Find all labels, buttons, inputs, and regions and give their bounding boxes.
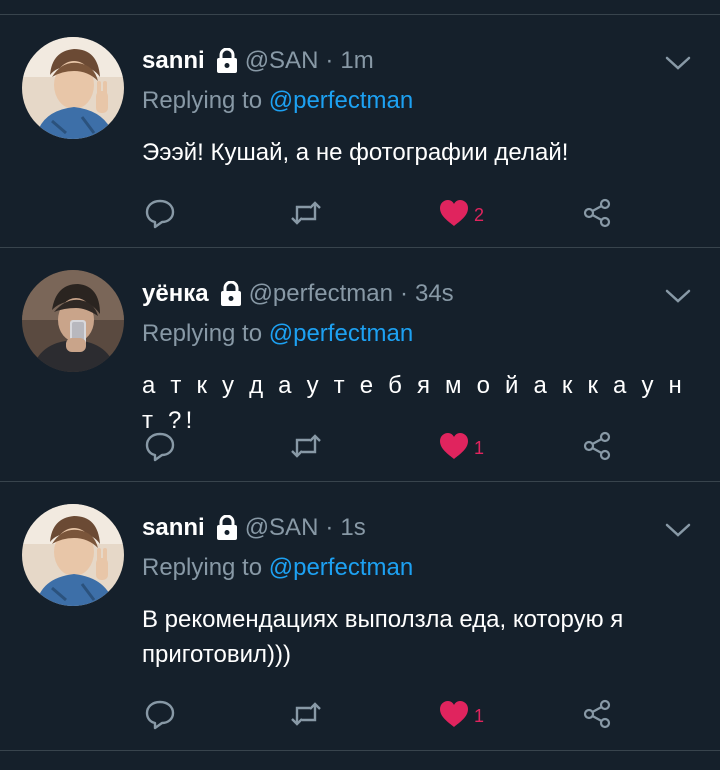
- tweet-text: Эээй! Кушай, а не фотографии делай!: [142, 139, 569, 166]
- reply-button[interactable]: [142, 195, 178, 235]
- heart-icon: [438, 699, 470, 734]
- user-handle[interactable]: @perfectman: [249, 280, 393, 308]
- chevron-down-icon[interactable]: [664, 286, 692, 306]
- divider: [0, 750, 720, 751]
- tweet-feed: sanni @SAN · 1m Replying to @perfectman …: [0, 0, 720, 770]
- user-handle[interactable]: @SAN: [245, 514, 319, 542]
- reply-icon: [142, 195, 178, 236]
- action-bar: 1: [142, 428, 622, 468]
- avatar[interactable]: [22, 504, 124, 606]
- like-count: 1: [474, 705, 485, 726]
- retweet-icon: [288, 428, 324, 469]
- retweet-button[interactable]: [288, 428, 324, 468]
- reply-icon: [142, 428, 178, 469]
- reply-button[interactable]: [142, 428, 178, 468]
- avatar[interactable]: [22, 37, 124, 139]
- avatar[interactable]: [22, 270, 124, 372]
- share-icon: [580, 697, 614, 736]
- tweet-text: В рекомендациях выползла еда, которую я …: [142, 606, 624, 668]
- retweet-button[interactable]: [288, 696, 324, 736]
- heart-icon: [438, 198, 470, 233]
- lock-icon: [215, 515, 239, 541]
- retweet-button[interactable]: [288, 195, 324, 235]
- reply-mention-link[interactable]: @perfectman: [269, 554, 413, 581]
- replying-to: Replying to @perfectman: [142, 320, 413, 348]
- like-button[interactable]: 2: [438, 195, 484, 235]
- replying-to-label: Replying to: [142, 87, 263, 114]
- share-button[interactable]: [580, 195, 614, 235]
- heart-icon: [438, 431, 470, 466]
- timestamp[interactable]: 1m: [340, 47, 373, 75]
- retweet-icon: [288, 195, 324, 236]
- chevron-down-icon[interactable]: [664, 520, 692, 540]
- chevron-down-icon[interactable]: [664, 53, 692, 73]
- share-icon: [580, 429, 614, 468]
- user-handle[interactable]: @SAN: [245, 47, 319, 75]
- lock-icon: [219, 281, 243, 307]
- display-name[interactable]: уёнка: [142, 280, 209, 308]
- action-bar: 1: [142, 696, 622, 736]
- like-count: 2: [474, 204, 485, 225]
- reply-mention-link[interactable]: @perfectman: [269, 87, 413, 114]
- display-name[interactable]: sanni: [142, 47, 205, 75]
- replying-to-label: Replying to: [142, 554, 263, 581]
- separator-dot: ·: [399, 280, 408, 307]
- display-name[interactable]: sanni: [142, 514, 205, 542]
- reply-icon: [142, 696, 178, 737]
- like-button[interactable]: 1: [438, 696, 484, 736]
- share-button[interactable]: [580, 428, 614, 468]
- separator-dot: ·: [325, 47, 334, 74]
- separator-dot: ·: [325, 514, 334, 541]
- reply-button[interactable]: [142, 696, 178, 736]
- tweet-3[interactable]: sanni @SAN · 1s Replying to @perfectman …: [0, 482, 720, 750]
- timestamp[interactable]: 1s: [340, 514, 365, 542]
- replying-to: Replying to @perfectman: [142, 554, 413, 582]
- retweet-icon: [288, 696, 324, 737]
- like-count: 1: [474, 437, 485, 458]
- replying-to-label: Replying to: [142, 320, 263, 347]
- tweet-1[interactable]: sanni @SAN · 1m Replying to @perfectman …: [0, 15, 720, 247]
- like-button[interactable]: 1: [438, 428, 484, 468]
- timestamp[interactable]: 34s: [415, 280, 454, 308]
- action-bar: 2: [142, 195, 622, 235]
- reply-mention-link[interactable]: @perfectman: [269, 320, 413, 347]
- replying-to: Replying to @perfectman: [142, 87, 413, 115]
- share-icon: [580, 196, 614, 235]
- tweet-2[interactable]: уёнка @perfectman · 34s Replying to @per…: [0, 248, 720, 480]
- share-button[interactable]: [580, 696, 614, 736]
- lock-icon: [215, 48, 239, 74]
